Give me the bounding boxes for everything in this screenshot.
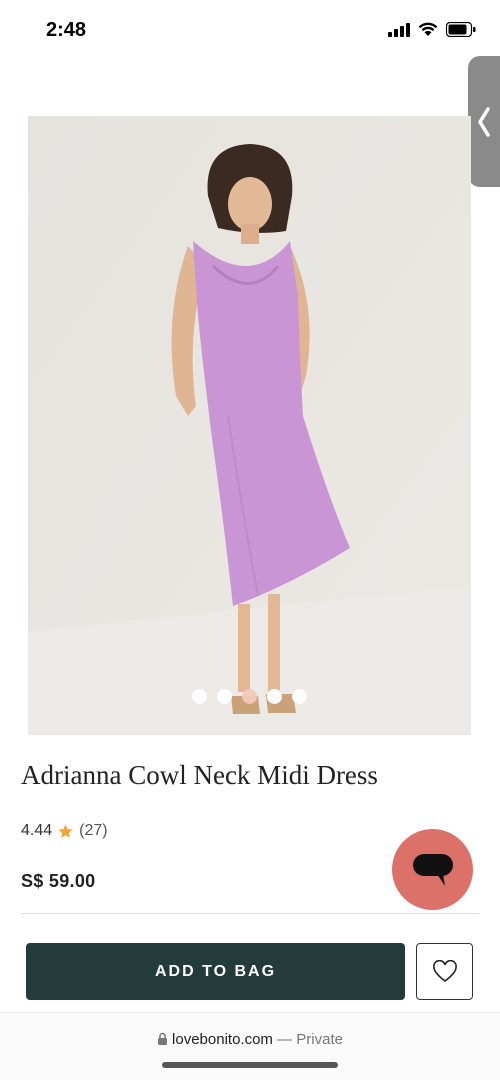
chat-button[interactable] <box>392 829 473 910</box>
battery-icon <box>446 22 476 37</box>
heart-icon <box>432 959 457 982</box>
url-separator: — <box>277 1031 293 1048</box>
status-icons <box>388 22 476 37</box>
product-price: S$ 59.00 <box>21 871 96 891</box>
product-rating[interactable]: 4.44 (27) <box>21 822 108 840</box>
status-bar: 2:48 <box>0 0 500 60</box>
side-drawer-tab[interactable] <box>468 56 500 187</box>
chevron-left-icon <box>478 106 490 137</box>
product-title: Adrianna Cowl Neck Midi Dress <box>21 760 378 790</box>
carousel-dot[interactable] <box>192 689 207 704</box>
product-image-carousel[interactable] <box>28 116 471 735</box>
carousel-dot[interactable] <box>292 689 307 704</box>
carousel-dot[interactable] <box>267 689 282 704</box>
rating-count: (27) <box>79 822 108 839</box>
wishlist-button[interactable] <box>416 943 473 1000</box>
signal-icon <box>388 22 410 37</box>
carousel-dots <box>28 689 471 704</box>
home-indicator <box>162 1062 338 1068</box>
rating-value: 4.44 <box>21 822 53 839</box>
url-domain: lovebonito.com <box>172 1031 273 1048</box>
product-photo <box>28 116 471 735</box>
chat-bubble-icon <box>412 853 453 886</box>
wifi-icon <box>418 22 438 36</box>
divider <box>21 913 479 914</box>
url-display[interactable]: lovebonito.com — Private <box>0 1031 500 1048</box>
private-label: Private <box>296 1031 343 1048</box>
add-to-bag-button[interactable]: ADD TO BAG <box>26 943 405 1000</box>
browser-address-bar[interactable]: lovebonito.com — Private <box>0 1012 500 1080</box>
carousel-dot[interactable] <box>217 689 232 704</box>
lock-icon <box>158 1032 168 1045</box>
screen: 2:48 Adrianna Cowl Neck Midi Dress 4.44 … <box>0 0 500 1080</box>
status-time: 2:48 <box>46 19 87 41</box>
carousel-dot[interactable] <box>242 689 257 704</box>
star-icon <box>58 823 73 838</box>
